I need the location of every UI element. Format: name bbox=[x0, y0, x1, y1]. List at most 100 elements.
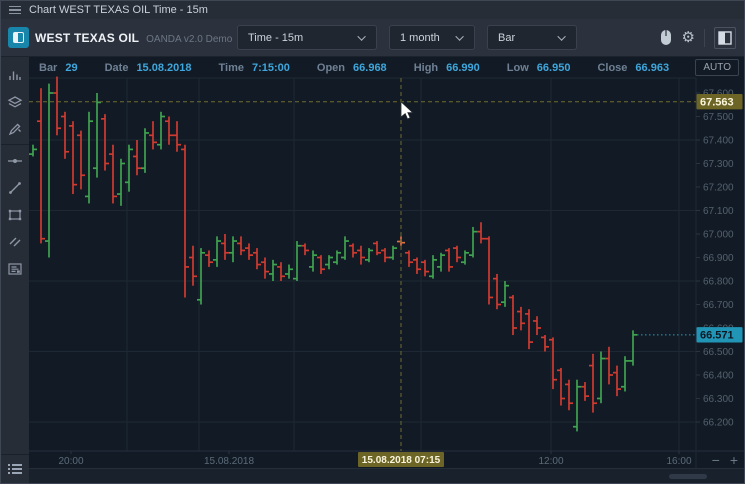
field-value: 66.990 bbox=[446, 62, 480, 74]
trend-line-tool-icon[interactable] bbox=[1, 174, 29, 201]
ohlc-field: High66.990 bbox=[414, 62, 480, 74]
ohlc-bar bbox=[173, 121, 181, 152]
ohlc-bar bbox=[573, 380, 581, 432]
ohlc-bar bbox=[589, 354, 597, 413]
ohlc-bar bbox=[629, 330, 637, 365]
crosshair-price-label: 67.563 bbox=[697, 94, 743, 109]
bar-chart-icon[interactable] bbox=[1, 61, 29, 88]
settings-gear-icon[interactable]: ⚙ bbox=[682, 30, 695, 45]
chevron-down-icon bbox=[357, 32, 365, 40]
chart-type-dropdown[interactable]: Bar bbox=[487, 25, 577, 50]
ohlc-bar bbox=[485, 236, 493, 304]
ohlc-bar bbox=[77, 131, 85, 190]
price-chart[interactable]: 67.60067.50067.40067.30067.20067.10067.0… bbox=[29, 57, 745, 484]
field-value: 66.968 bbox=[353, 62, 387, 74]
zoom-in-button[interactable]: + bbox=[730, 453, 738, 467]
svg-text:66.200: 66.200 bbox=[703, 418, 734, 429]
ohlc-bar bbox=[61, 112, 69, 159]
svg-text:15.08.2018: 15.08.2018 bbox=[204, 456, 254, 467]
toolbar-right-icons: ⚙ bbox=[659, 27, 736, 49]
ohlc-bar bbox=[37, 88, 45, 243]
ohlc-bar bbox=[501, 281, 509, 307]
layout-panel-icon[interactable] bbox=[714, 27, 736, 49]
ohlc-bar bbox=[213, 236, 221, 267]
ohlc-bar bbox=[461, 250, 469, 264]
mouse-icon[interactable] bbox=[659, 29, 673, 46]
chevron-down-icon bbox=[557, 32, 565, 40]
ohlc-bar bbox=[149, 121, 157, 149]
ohlc-bar bbox=[197, 248, 205, 304]
window-titlebar[interactable]: Chart WEST TEXAS OIL Time - 15m bbox=[1, 1, 744, 19]
menu-icon[interactable] bbox=[9, 6, 21, 15]
zoom-out-button[interactable]: − bbox=[712, 453, 720, 467]
field-value: 7:15:00 bbox=[252, 62, 290, 74]
svg-text:67.500: 67.500 bbox=[703, 112, 734, 123]
toolbar-divider bbox=[1, 144, 29, 145]
timeframe-value: Time - 15m bbox=[248, 32, 303, 44]
auto-scale-button[interactable]: AUTO bbox=[695, 59, 739, 76]
ohlc-bar bbox=[269, 260, 277, 281]
draw-pencil-icon[interactable] bbox=[1, 115, 29, 142]
ohlc-bar bbox=[141, 128, 149, 173]
ohlc-bar bbox=[429, 255, 437, 279]
ohlc-field: Date15.08.2018 bbox=[105, 62, 192, 74]
ohlc-bar bbox=[405, 250, 413, 266]
ohlc-field: Open 66.968 bbox=[317, 62, 387, 74]
panel-glyph-icon bbox=[13, 32, 24, 43]
parallel-lines-tool-icon[interactable] bbox=[1, 228, 29, 255]
ohlc-bar bbox=[509, 295, 517, 335]
watchlist-icon[interactable] bbox=[1, 461, 29, 477]
timeframe-dropdown[interactable]: Time - 15m bbox=[237, 25, 377, 50]
ohlc-bar bbox=[85, 112, 93, 204]
ohlc-bar bbox=[117, 159, 125, 206]
rectangle-tool-icon[interactable] bbox=[1, 201, 29, 228]
mouse-cursor bbox=[401, 102, 413, 119]
field-label: Time bbox=[219, 62, 244, 74]
svg-text:12:00: 12:00 bbox=[538, 456, 563, 467]
svg-text:15.08.2018 07:15: 15.08.2018 07:15 bbox=[362, 455, 441, 466]
svg-text:67.300: 67.300 bbox=[703, 159, 734, 170]
annotation-tool-icon[interactable] bbox=[1, 255, 29, 282]
ohlc-bar bbox=[421, 260, 429, 276]
ohlc-bar bbox=[277, 262, 285, 281]
svg-text:66.300: 66.300 bbox=[703, 394, 734, 405]
ohlc-bar bbox=[125, 145, 133, 192]
price-axis[interactable]: 67.60067.50067.40067.30067.20067.10067.0… bbox=[696, 89, 734, 429]
svg-text:67.000: 67.000 bbox=[703, 230, 734, 241]
chart-window: Chart WEST TEXAS OIL Time - 15m WEST TEX… bbox=[0, 0, 745, 484]
layers-icon[interactable] bbox=[1, 88, 29, 115]
ohlc-bars[interactable] bbox=[29, 77, 637, 432]
zoom-controls: − + bbox=[712, 451, 738, 468]
ohlc-bar bbox=[493, 274, 501, 309]
field-value: 66.963 bbox=[635, 62, 669, 74]
ohlc-bar bbox=[261, 258, 269, 279]
ohlc-bar bbox=[621, 356, 629, 391]
ohlc-bar bbox=[445, 248, 453, 272]
ohlc-bar bbox=[205, 250, 213, 266]
chart-panel-icon[interactable] bbox=[8, 27, 29, 48]
ohlc-bar bbox=[93, 93, 101, 178]
svg-text:67.100: 67.100 bbox=[703, 206, 734, 217]
horizontal-line-tool-icon[interactable] bbox=[1, 147, 29, 174]
chart-scrollbar-thumb[interactable] bbox=[669, 474, 707, 479]
field-label: Open bbox=[317, 62, 345, 74]
ohlc-bar bbox=[325, 255, 333, 269]
range-dropdown[interactable]: 1 month bbox=[389, 25, 475, 50]
svg-text:16:00: 16:00 bbox=[666, 456, 691, 467]
toolbar-separator bbox=[704, 29, 705, 47]
bottom-strip bbox=[29, 468, 745, 484]
ohlc-bar bbox=[333, 250, 341, 264]
svg-text:66.400: 66.400 bbox=[703, 371, 734, 382]
field-value: 15.08.2018 bbox=[136, 62, 191, 74]
ohlc-bar bbox=[109, 145, 117, 204]
ohlc-bar bbox=[45, 84, 53, 258]
svg-text:67.563: 67.563 bbox=[700, 96, 734, 108]
ohlc-bar bbox=[221, 234, 229, 260]
ohlc-bar bbox=[349, 243, 357, 257]
chevron-down-icon bbox=[455, 32, 463, 40]
ohlc-bar bbox=[53, 77, 61, 136]
chart-type-value: Bar bbox=[498, 32, 515, 44]
drawing-toolbar bbox=[1, 57, 29, 484]
ohlc-bar bbox=[133, 140, 141, 175]
symbol-selector[interactable]: WEST TEXAS OIL OANDA v2.0 Demo ⋮ bbox=[35, 31, 225, 45]
